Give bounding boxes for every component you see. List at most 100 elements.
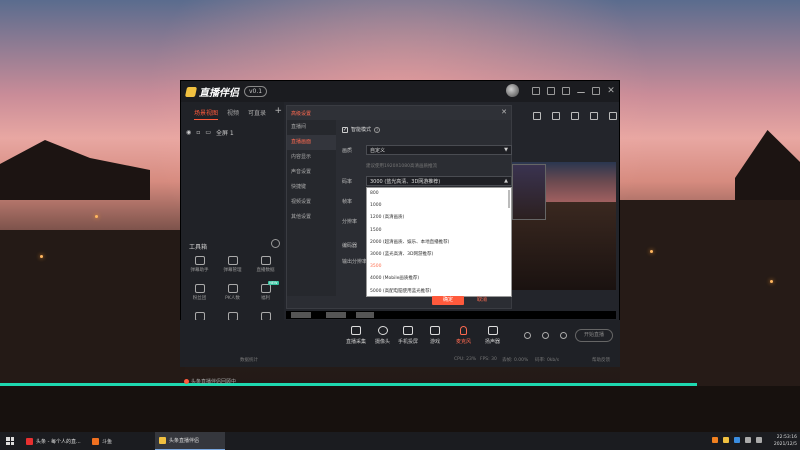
- tab-record[interactable]: 可直录: [248, 108, 266, 120]
- wallpaper-roofs-right: [620, 200, 800, 390]
- gift-icon[interactable]: [533, 112, 541, 120]
- cancel-button[interactable]: 取消: [477, 296, 487, 305]
- speaker-button[interactable]: 扬声器: [485, 326, 500, 345]
- tool-icon: [194, 256, 205, 265]
- record-icon[interactable]: [524, 332, 531, 339]
- taskbar-item[interactable]: 斗鱼: [88, 432, 116, 450]
- dropdown-option[interactable]: 1200 (高清画质): [367, 212, 511, 224]
- nav-item[interactable]: 直播间: [287, 120, 336, 135]
- dialog-footer: 确定 取消: [287, 294, 511, 308]
- taskbar-item-active[interactable]: 头条直播伴侣: [155, 432, 225, 450]
- wallpaper-lantern: [770, 280, 773, 283]
- settings-nav: 直播间 直播画面 内容显示 声音设置 快捷键 视频设置 其他设置: [287, 120, 336, 296]
- volume-icon[interactable]: [756, 437, 762, 443]
- dropdown-option[interactable]: 1500: [367, 225, 511, 237]
- lock-icon[interactable]: ▫: [196, 129, 200, 136]
- tab-scene[interactable]: 场景视图: [194, 108, 219, 120]
- more-icon[interactable]: [590, 112, 598, 120]
- taskbar-item[interactable]: 头条 - 每个人的直...: [22, 432, 85, 450]
- phone-cast-button[interactable]: 手机投屏: [398, 326, 418, 345]
- bitrate-select[interactable]: 3000 (蓝光高清、3D网游推荐) ▲: [366, 176, 512, 186]
- info-icon[interactable]: ?: [374, 126, 381, 133]
- scene-item[interactable]: ◉ ▫ ▭ 全屏 1: [186, 128, 284, 137]
- tray-icon[interactable]: [723, 437, 729, 443]
- dropdown-option[interactable]: 2000 (超清画质、娱乐、本地直播推荐): [367, 237, 511, 249]
- framerate-label: 帧率: [342, 199, 353, 205]
- camera-button[interactable]: 摄像头: [375, 326, 390, 345]
- video-progress-bar: [0, 383, 697, 386]
- nav-item[interactable]: 视频设置: [287, 195, 336, 210]
- preset-select[interactable]: 自定义 ▼: [366, 145, 512, 155]
- nav-item-active[interactable]: 直播画面: [287, 135, 336, 150]
- avatar[interactable]: [506, 84, 519, 97]
- dialog-close-icon[interactable]: ✕: [501, 108, 507, 116]
- status-item[interactable]: 数据统计: [240, 357, 258, 363]
- tool-item[interactable]: 弹幕助手: [183, 256, 216, 273]
- network-icon[interactable]: [745, 437, 751, 443]
- maximize-icon[interactable]: [592, 86, 600, 95]
- microphone-icon: [460, 326, 467, 335]
- close-icon[interactable]: ✕: [607, 86, 615, 95]
- dropdown-option[interactable]: 4000 (Mobile画质推荐): [367, 273, 511, 285]
- smart-mode-checkbox[interactable]: ✓ 智能模式 ?: [342, 126, 381, 133]
- skin-icon[interactable]: [547, 86, 555, 95]
- game-icon: [430, 326, 440, 335]
- minimize-icon[interactable]: [577, 88, 585, 93]
- capture-button[interactable]: 直播采集: [346, 326, 366, 345]
- image-icon[interactable]: [571, 112, 579, 120]
- eye-icon[interactable]: [542, 332, 549, 339]
- capture-label: 直播采集: [346, 339, 367, 345]
- nav-item[interactable]: 内容显示: [287, 150, 336, 165]
- checkbox-label: 智能模式: [351, 127, 372, 133]
- desktop-dark-area: [0, 386, 800, 432]
- notice-icon: [184, 379, 189, 384]
- windows-start-icon[interactable]: [6, 437, 14, 445]
- clock-time: 22:53:16: [776, 435, 797, 440]
- tray-icon[interactable]: [712, 437, 718, 443]
- settings-gear-icon[interactable]: [560, 332, 567, 339]
- clock-date: 2021/12/5: [773, 442, 797, 447]
- message-icon[interactable]: [532, 86, 540, 95]
- layout-icon[interactable]: [552, 112, 560, 120]
- checkbox-icon[interactable]: ✓: [342, 126, 348, 133]
- game-button[interactable]: 游戏: [430, 326, 440, 345]
- visible-eye-icon[interactable]: ◉: [186, 129, 191, 136]
- nav-item[interactable]: 快捷键: [287, 180, 336, 195]
- confirm-button[interactable]: 确定: [432, 296, 464, 305]
- version-badge[interactable]: v0.1: [244, 86, 268, 97]
- tool-item[interactable]: PK人数: [216, 284, 249, 301]
- tool-item[interactable]: 粉丝团: [183, 284, 216, 301]
- tool-label: 弹幕管理: [223, 268, 242, 273]
- tab-video[interactable]: 视频: [227, 108, 239, 120]
- live-preview[interactable]: [512, 162, 616, 290]
- dropdown-scrollbar[interactable]: [508, 190, 510, 208]
- dropdown-option[interactable]: 1000: [367, 200, 511, 212]
- status-item[interactable]: 帮助反馈: [592, 357, 610, 363]
- dropdown-option[interactable]: 800: [367, 188, 511, 200]
- notice-line[interactable]: 头条直播伴侣回顾中: [184, 378, 236, 385]
- tray-icon[interactable]: [734, 437, 740, 443]
- nav-item[interactable]: 其他设置: [287, 210, 336, 225]
- logo-icon: [184, 86, 198, 97]
- dropdown-option[interactable]: 3000 (蓝光高清、3D网游推荐): [367, 249, 511, 261]
- microphone-button[interactable]: 麦克风: [456, 326, 471, 345]
- menu-icon[interactable]: [562, 86, 570, 95]
- tool-item[interactable]: 弹幕管理: [216, 256, 249, 273]
- dropdown-option-highlighted[interactable]: 3500: [367, 261, 511, 273]
- toolbox-toggle-icon[interactable]: [271, 239, 280, 248]
- taskbar-clock[interactable]: 22:53:16 2021/12/5: [774, 434, 797, 448]
- nav-item[interactable]: 声音设置: [287, 165, 336, 180]
- app-icon: [92, 437, 99, 445]
- bitrate-value: 3000 (蓝光高清、3D网游推荐): [370, 179, 441, 185]
- tool-item[interactable]: 直播数据: [249, 256, 282, 273]
- title-bar-controls: ✕: [506, 84, 615, 97]
- add-scene-button[interactable]: +: [274, 106, 282, 116]
- tool-item[interactable]: NEW 福利: [249, 281, 282, 301]
- status-item: 码率: 0kb/s: [535, 358, 560, 363]
- chevron-down-icon: ▼: [504, 147, 508, 153]
- resolution-label: 分辨率: [342, 219, 358, 225]
- start-live-button[interactable]: 开始直播: [575, 329, 613, 342]
- app-logo: 直播伴侣: [184, 84, 239, 99]
- share-icon[interactable]: [609, 112, 617, 120]
- status-item: CPU: 23%: [454, 357, 477, 362]
